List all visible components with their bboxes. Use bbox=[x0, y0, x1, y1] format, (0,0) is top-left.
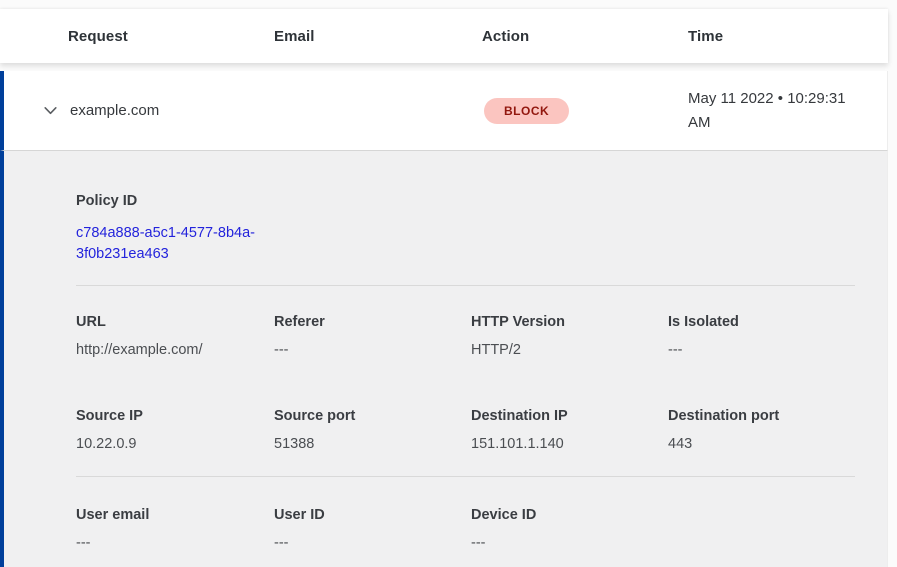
field-label: Device ID bbox=[471, 507, 668, 523]
field-device-id: Device ID --- bbox=[471, 507, 668, 551]
field-value: http://example.com/ bbox=[76, 342, 274, 358]
column-header-time: Time bbox=[688, 28, 888, 45]
field-value: --- bbox=[76, 535, 274, 551]
field-source-ip: Source IP 10.22.0.9 bbox=[76, 408, 274, 452]
row-details-panel: Policy ID c784a888-a5c1-4577-8b4a-3f0b23… bbox=[0, 151, 888, 567]
user-fields-grid: User email --- User ID --- Device ID --- bbox=[76, 507, 855, 551]
field-value: --- bbox=[471, 535, 668, 551]
section-divider bbox=[76, 476, 855, 477]
table-header: Request Email Action Time bbox=[0, 9, 888, 63]
field-value: --- bbox=[668, 342, 855, 358]
action-block-badge: BLOCK bbox=[484, 98, 569, 124]
field-source-port: Source port 51388 bbox=[274, 408, 471, 452]
column-header-request: Request bbox=[68, 28, 274, 45]
row-expand-toggle[interactable] bbox=[4, 102, 70, 119]
field-value: 51388 bbox=[274, 436, 471, 452]
row-time-value: May 11 2022 • 10:29:31 AM bbox=[688, 87, 887, 135]
field-value: HTTP/2 bbox=[471, 342, 668, 358]
field-http-version: HTTP Version HTTP/2 bbox=[471, 314, 668, 358]
field-destination-ip: Destination IP 151.101.1.140 bbox=[471, 408, 668, 452]
policy-id-section: Policy ID c784a888-a5c1-4577-8b4a-3f0b23… bbox=[76, 193, 855, 265]
row-action-cell: BLOCK bbox=[482, 98, 688, 124]
field-label: Destination IP bbox=[471, 408, 668, 424]
log-table-row[interactable]: example.com BLOCK May 11 2022 • 10:29:31… bbox=[0, 71, 888, 151]
field-is-isolated: Is Isolated --- bbox=[668, 314, 855, 358]
field-value: --- bbox=[274, 535, 471, 551]
request-fields-grid: URL http://example.com/ Referer --- HTTP… bbox=[76, 314, 855, 452]
field-label: Destination port bbox=[668, 408, 855, 424]
field-destination-port: Destination port 443 bbox=[668, 408, 855, 452]
logs-table: Request Email Action Time example.com BL… bbox=[0, 9, 888, 567]
field-label: Source port bbox=[274, 408, 471, 424]
field-user-email: User email --- bbox=[76, 507, 274, 551]
field-value: 151.101.1.140 bbox=[471, 436, 668, 452]
field-label: User ID bbox=[274, 507, 471, 523]
field-value: --- bbox=[274, 342, 471, 358]
field-value: 443 bbox=[668, 436, 855, 452]
row-request-value: example.com bbox=[70, 102, 274, 119]
column-header-action: Action bbox=[482, 28, 688, 45]
timestamp: May 11 2022 • 10:29:31 AM bbox=[688, 87, 860, 135]
field-label: User email bbox=[76, 507, 274, 523]
field-url: URL http://example.com/ bbox=[76, 314, 274, 358]
chevron-down-icon bbox=[42, 102, 59, 119]
section-divider bbox=[76, 285, 855, 286]
policy-id-link[interactable]: c784a888-a5c1-4577-8b4a-3f0b231ea463 bbox=[76, 223, 276, 265]
field-referer: Referer --- bbox=[274, 314, 471, 358]
field-label: HTTP Version bbox=[471, 314, 668, 330]
column-header-email: Email bbox=[274, 28, 482, 45]
field-label: URL bbox=[76, 314, 274, 330]
field-user-id: User ID --- bbox=[274, 507, 471, 551]
field-label: Referer bbox=[274, 314, 471, 330]
field-label: Is Isolated bbox=[668, 314, 855, 330]
field-value: 10.22.0.9 bbox=[76, 436, 274, 452]
field-label: Source IP bbox=[76, 408, 274, 424]
policy-id-label: Policy ID bbox=[76, 193, 855, 209]
